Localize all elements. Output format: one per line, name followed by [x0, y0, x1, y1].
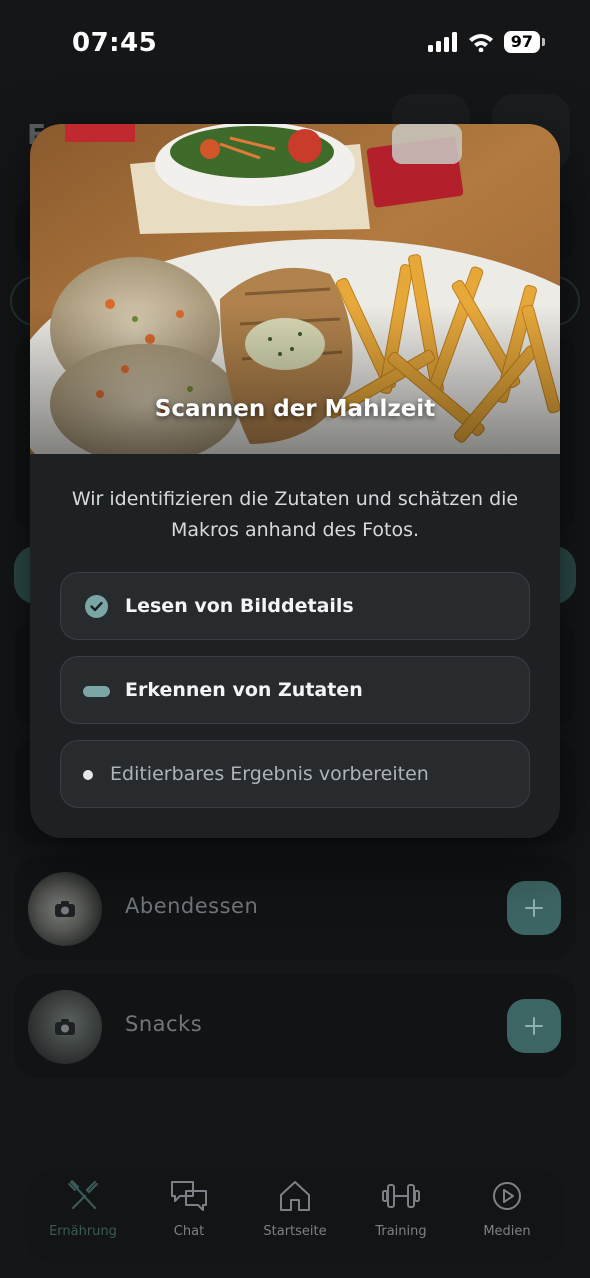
nav-label: Startseite [263, 1224, 327, 1239]
step-detect-ingredients: Erkennen von Zutaten [60, 656, 530, 724]
bottom-nav: Ernährung Chat Startseite Training Medie… [25, 1168, 565, 1264]
status-time: 07:45 [72, 28, 158, 58]
battery-icon: 97 [503, 31, 546, 53]
dumbbell-icon [382, 1184, 420, 1208]
nav-label: Ernährung [49, 1224, 117, 1239]
check-circle-icon [85, 595, 108, 618]
step-read-image-details: Lesen von Bilddetails [60, 572, 530, 640]
nav-label: Medien [483, 1224, 531, 1239]
step-label: Erkennen von Zutaten [125, 679, 363, 701]
meal-photo[interactable] [28, 990, 102, 1064]
fork-knife-icon [68, 1180, 99, 1210]
modal-description: Wir identifizieren die Zutaten und schät… [71, 488, 519, 541]
nav-item-chat[interactable]: Chat [139, 1178, 239, 1239]
nav-item-startseite[interactable]: Startseite [245, 1178, 345, 1239]
step-prepare-result: Editierbares Ergebnis vorbereiten [60, 740, 530, 808]
nav-label: Training [375, 1224, 427, 1239]
plus-icon [525, 899, 543, 917]
camera-icon [55, 1019, 75, 1035]
chat-bubbles-icon [171, 1181, 207, 1211]
add-snacks-button[interactable] [507, 999, 561, 1053]
meal-name: Abendessen [125, 894, 259, 918]
step-label: Editierbares Ergebnis vorbereiten [110, 763, 429, 785]
camera-icon [55, 901, 75, 917]
step-label: Lesen von Bilddetails [125, 595, 354, 617]
add-abendessen-button[interactable] [507, 881, 561, 935]
wifi-icon [468, 34, 493, 52]
scan-modal: Scannen der Mahlzeit Wir identifizieren … [30, 124, 560, 838]
meal-card-abendessen[interactable]: Abendessen [14, 856, 576, 960]
play-circle-icon [493, 1182, 521, 1210]
meal-photo[interactable] [28, 872, 102, 946]
status-bar: 07:45 97 [0, 0, 590, 90]
nav-item-medien[interactable]: Medien [457, 1178, 557, 1239]
meal-card-snacks[interactable]: Snacks [14, 974, 576, 1078]
home-icon [280, 1181, 310, 1211]
status-icons: 97 [427, 31, 546, 53]
pending-dot-icon [83, 770, 93, 780]
nav-item-ernaehrung[interactable]: Ernährung [33, 1178, 133, 1239]
progress-pill-icon [83, 686, 110, 697]
signal-icon [427, 32, 457, 52]
nav-label: Chat [173, 1224, 205, 1239]
modal-title: Scannen der Mahlzeit [154, 396, 436, 422]
meal-name: Snacks [125, 1012, 203, 1036]
nav-item-training[interactable]: Training [351, 1178, 451, 1239]
plus-icon [525, 1017, 543, 1035]
